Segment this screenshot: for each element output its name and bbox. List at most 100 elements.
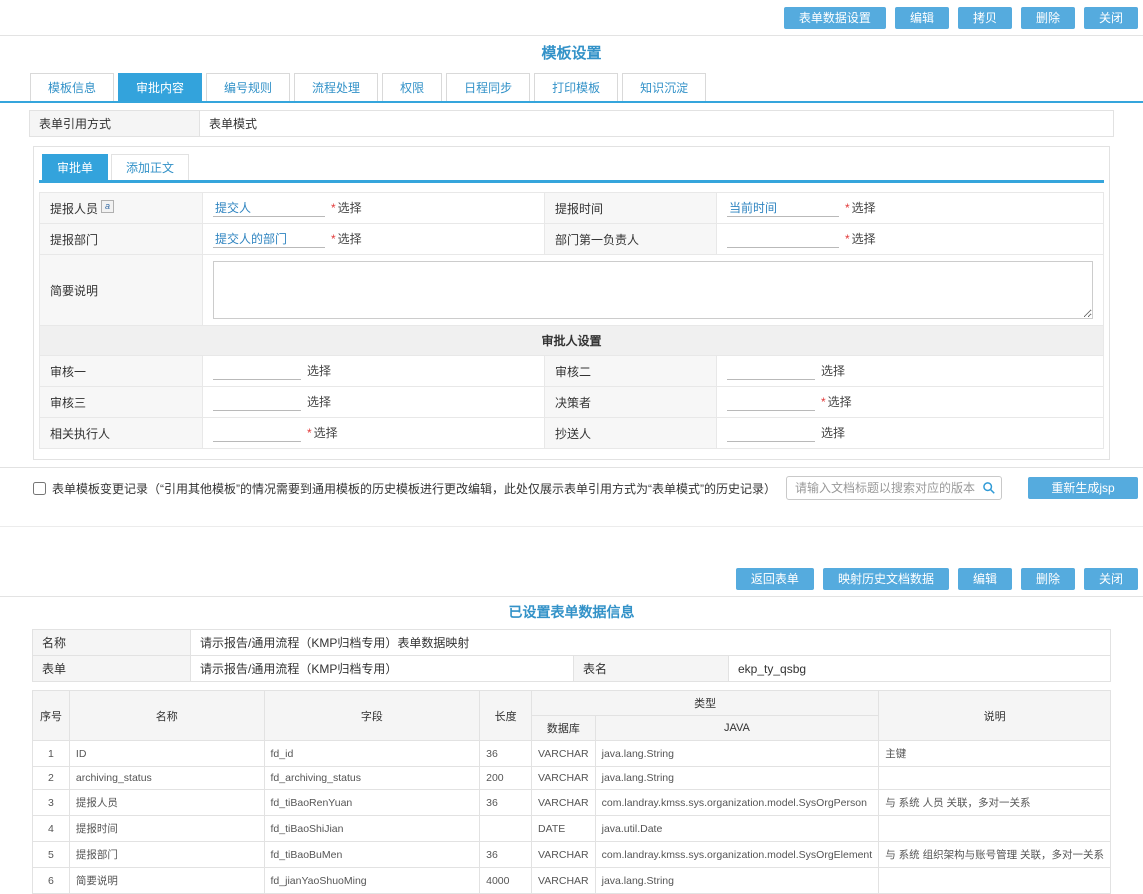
regenerate-jsp-button[interactable]: 重新生成jsp — [1028, 477, 1138, 499]
approver1-input[interactable] — [213, 364, 301, 380]
table-cell: java.lang.String — [595, 868, 879, 894]
table-row: 表单 请示报告/通用流程（KMP归档专用） 表名 ekp_ty_qsbg — [33, 656, 1111, 682]
table-cell — [879, 868, 1111, 894]
table-row: 1IDfd_id36VARCHARjava.lang.String主键 — [33, 741, 1111, 767]
table-cell: 4000 — [480, 868, 532, 894]
submit-time-default-link[interactable]: 当前时间 — [729, 201, 777, 215]
tab-numbering-rule[interactable]: 编号规则 — [206, 73, 290, 101]
required-mark: * — [845, 232, 850, 246]
edit-button[interactable]: 编辑 — [895, 7, 949, 29]
table-cell: 简要说明 — [69, 868, 264, 894]
submitter-label-text: 提报人员 — [50, 202, 98, 216]
close-button[interactable]: 关闭 — [1084, 7, 1138, 29]
tab-permissions[interactable]: 权限 — [382, 73, 442, 101]
tab-template-info[interactable]: 模板信息 — [30, 73, 114, 101]
approval-form-table: 提报人员a 提交人*选择 提报时间 当前时间*选择 提报部门 提交人的部门*选择… — [39, 192, 1104, 449]
table-cell: 提报时间 — [69, 816, 264, 842]
close-button[interactable]: 关闭 — [1084, 568, 1138, 590]
table-row: 审批人设置 — [40, 326, 1104, 356]
form-data-settings-button[interactable]: 表单数据设置 — [784, 7, 886, 29]
subtab-approval-sheet[interactable]: 审批单 — [42, 154, 108, 180]
edit-button[interactable]: 编辑 — [958, 568, 1012, 590]
table-cell: VARCHAR — [532, 868, 596, 894]
table-cell: 36 — [480, 842, 532, 868]
related-executor-select-action[interactable]: 选择 — [314, 426, 338, 440]
table-cell: VARCHAR — [532, 790, 596, 816]
table-name-value: ekp_ty_qsbg — [729, 656, 1111, 682]
submit-time-field: 当前时间 *选择 — [717, 193, 1104, 224]
table-row: 提报部门 提交人的部门*选择 部门第一负责人 *选择 — [40, 224, 1104, 255]
dept-select-action[interactable]: 选择 — [338, 232, 362, 246]
form-data-table-body: 1IDfd_id36VARCHARjava.lang.String主键2arch… — [33, 741, 1111, 894]
table-row: 审核一 选择 审核二 选择 — [40, 356, 1104, 387]
cc-select-action[interactable]: 选择 — [821, 426, 845, 440]
approver3-field: 选择 — [203, 387, 545, 418]
dept-head-label: 部门第一负责人 — [545, 224, 717, 255]
submit-time-input[interactable]: 当前时间 — [727, 201, 839, 217]
table-row: 相关执行人 *选择 抄送人 选择 — [40, 418, 1104, 449]
decision-maker-field: *选择 — [717, 387, 1104, 418]
tab-process-handling[interactable]: 流程处理 — [294, 73, 378, 101]
table-cell: DATE — [532, 816, 596, 842]
template-history-row: 表单模板变更记录（“引用其他模板”的情况需要到通用模板的历史模板进行更改编辑，此… — [0, 467, 1143, 510]
table-cell: com.landray.kmss.sys.organization.model.… — [595, 842, 879, 868]
subtab-add-body[interactable]: 添加正文 — [111, 154, 189, 180]
approver3-label: 审核三 — [40, 387, 203, 418]
version-search-box — [786, 476, 1002, 500]
history-checkbox[interactable] — [33, 482, 46, 495]
related-executor-input[interactable] — [213, 426, 301, 442]
tab-approval-content[interactable]: 审批内容 — [118, 73, 202, 101]
version-search-input[interactable] — [786, 476, 1002, 500]
table-row: 提报人员a 提交人*选择 提报时间 当前时间*选择 — [40, 193, 1104, 224]
submit-time-select-action[interactable]: 选择 — [852, 201, 876, 215]
table-cell: fd_id — [264, 741, 480, 767]
table-header-row: 序号 名称 字段 长度 类型 说明 — [33, 691, 1111, 716]
mapping-form-label: 表单 — [33, 656, 191, 682]
approver-section-title: 审批人设置 — [40, 326, 1104, 356]
dept-field: 提交人的部门*选择 — [203, 224, 545, 255]
summary-field — [203, 255, 1104, 326]
table-cell: 与 系统 人员 关联，多对一关系 — [879, 790, 1111, 816]
table-cell: 5 — [33, 842, 70, 868]
submitter-input[interactable]: 提交人 — [213, 201, 325, 217]
decision-maker-label: 决策者 — [545, 387, 717, 418]
tab-calendar-sync[interactable]: 日程同步 — [446, 73, 530, 101]
tab-print-template[interactable]: 打印模板 — [534, 73, 618, 101]
form-data-toolbar: 返回表单 映射历史文档数据 编辑 删除 关闭 — [0, 561, 1143, 596]
approver2-select-action[interactable]: 选择 — [821, 364, 845, 378]
decision-maker-input[interactable] — [727, 395, 815, 411]
cc-input[interactable] — [727, 426, 815, 442]
table-cell: 6 — [33, 868, 70, 894]
cc-label: 抄送人 — [545, 418, 717, 449]
decision-maker-select-action[interactable]: 选择 — [828, 395, 852, 409]
col-length: 长度 — [480, 691, 532, 741]
table-name-label: 表名 — [574, 656, 729, 682]
table-row: 名称 请示报告/通用流程（KMP归档专用）表单数据映射 — [33, 630, 1111, 656]
submitter-default-link[interactable]: 提交人 — [215, 201, 251, 215]
dept-head-select-action[interactable]: 选择 — [852, 232, 876, 246]
table-cell: java.util.Date — [595, 816, 879, 842]
back-to-form-button[interactable]: 返回表单 — [736, 568, 814, 590]
approver3-input[interactable] — [213, 395, 301, 411]
delete-button[interactable]: 删除 — [1021, 568, 1075, 590]
approver2-input[interactable] — [727, 364, 815, 380]
map-history-doc-data-button[interactable]: 映射历史文档数据 — [823, 568, 949, 590]
required-mark: * — [821, 395, 826, 409]
dept-input[interactable]: 提交人的部门 — [213, 232, 325, 248]
mapping-name-value: 请示报告/通用流程（KMP归档专用）表单数据映射 — [191, 630, 1111, 656]
table-cell: 提报人员 — [69, 790, 264, 816]
search-icon[interactable] — [982, 481, 996, 498]
tab-knowledge[interactable]: 知识沉淀 — [622, 73, 706, 101]
delete-button[interactable]: 删除 — [1021, 7, 1075, 29]
dept-label: 提报部门 — [40, 224, 203, 255]
submitter-select-action[interactable]: 选择 — [338, 201, 362, 215]
dept-default-link[interactable]: 提交人的部门 — [215, 232, 287, 246]
table-cell: VARCHAR — [532, 767, 596, 790]
approver3-select-action[interactable]: 选择 — [307, 395, 331, 409]
approver1-select-action[interactable]: 选择 — [307, 364, 331, 378]
required-mark: * — [845, 201, 850, 215]
summary-textarea[interactable] — [213, 261, 1093, 319]
dept-head-input[interactable] — [727, 232, 839, 248]
copy-button[interactable]: 拷贝 — [958, 7, 1012, 29]
dept-head-field: *选择 — [717, 224, 1104, 255]
